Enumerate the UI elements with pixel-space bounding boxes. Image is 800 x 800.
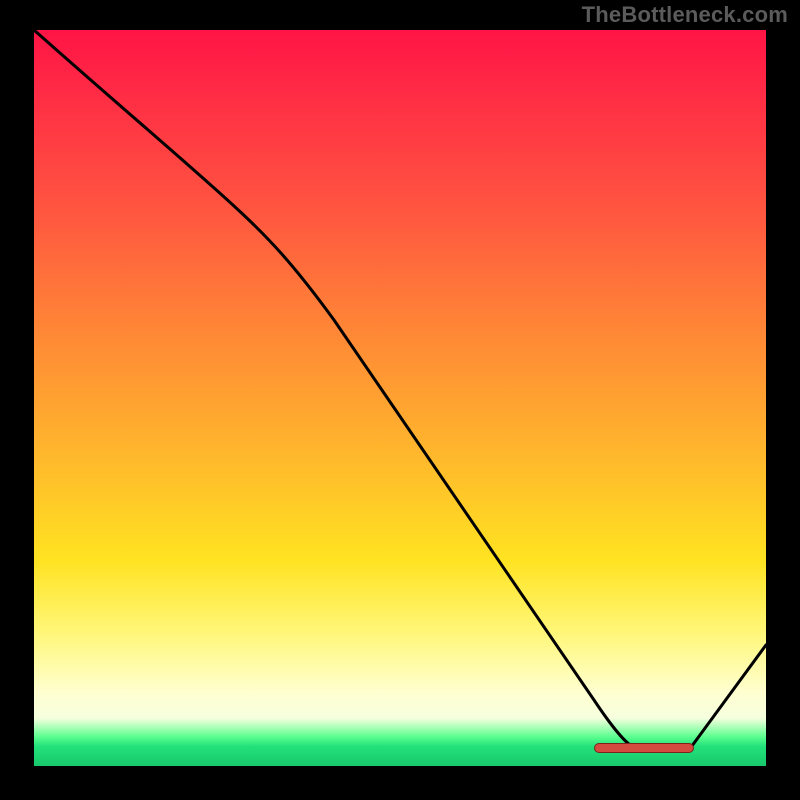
bottleneck-curve: [34, 30, 766, 766]
plot-area: [34, 30, 766, 766]
optimum-marker: [594, 743, 694, 753]
watermark-label: TheBottleneck.com: [582, 2, 788, 28]
chart-container: TheBottleneck.com: [0, 0, 800, 800]
plot-frame: [32, 28, 768, 768]
